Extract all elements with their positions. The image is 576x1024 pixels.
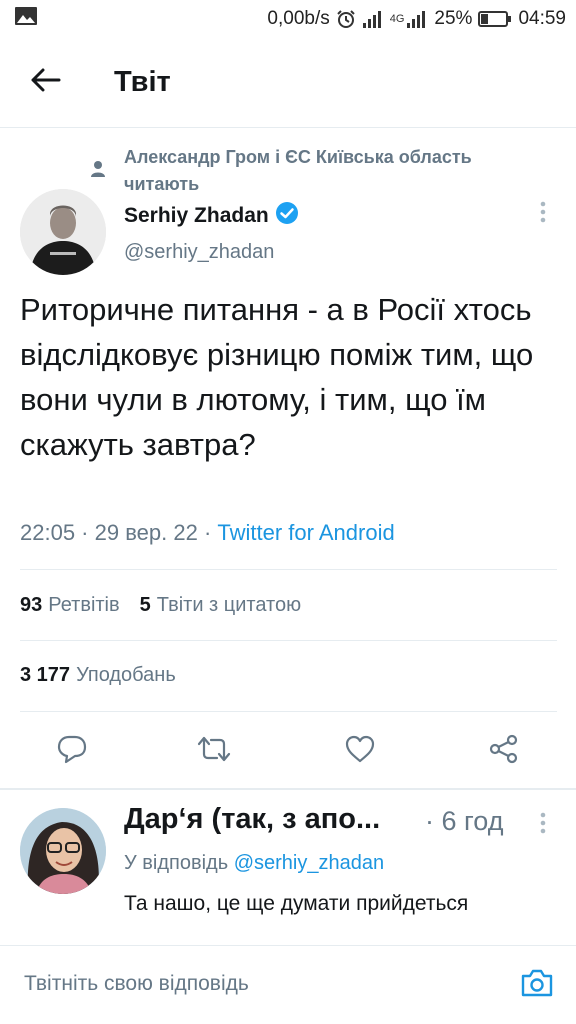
social-context-text: Александр Гром і ЄС Київська область чит… (124, 147, 472, 194)
section-divider (0, 788, 576, 790)
signal-icon-2 (406, 9, 428, 29)
retweet-icon (196, 734, 232, 769)
network-type: 4G (389, 13, 405, 25)
tweet-actions (0, 725, 576, 775)
stats-row: 93 Ретвітів 5 Твіти з цитатою (20, 594, 301, 617)
tweet-date: 29 вер. 22 (94, 520, 198, 545)
reply-to-mention[interactable]: @serhiy_zhadan (234, 852, 384, 874)
author-name-text: Serhiy Zhadan (124, 204, 269, 227)
retweet-button[interactable] (196, 733, 232, 769)
divider (20, 640, 557, 641)
tweet-more-button[interactable] (533, 199, 553, 229)
network-speed: 0,00b/s (267, 8, 330, 29)
app-header: Твіт (0, 38, 576, 128)
more-vertical-icon (540, 812, 546, 839)
author-name[interactable]: Serhiy Zhadan (124, 201, 299, 231)
reply-more-button[interactable] (533, 810, 553, 840)
meta-separator: · (75, 520, 95, 545)
like-button[interactable] (342, 733, 378, 769)
tweet-timestamp: 22:05 · 29 вер. 22 · Twitter for Android (20, 520, 395, 546)
camera-button[interactable] (518, 966, 556, 1004)
signal-icon (362, 9, 384, 29)
person-icon (90, 144, 106, 198)
image-icon (14, 6, 38, 32)
reply-time: · 6 год (425, 806, 504, 836)
reply-icon (56, 734, 88, 769)
camera-icon (520, 968, 554, 1003)
divider (20, 711, 557, 712)
reply-to-line: У відповідь @serhiy_zhadan (124, 852, 384, 875)
tweet-text: Риторичне питання - а в Росії хтось відс… (20, 292, 534, 462)
retweets-label: Ретвітів (48, 594, 120, 616)
meta-separator-2: · (197, 520, 218, 545)
author-handle[interactable]: @serhiy_zhadan (124, 241, 274, 264)
battery-percent: 25% (434, 8, 473, 29)
retweets-stat[interactable]: 93 Ретвітів (20, 594, 120, 617)
likes-count: 3 177 (20, 664, 71, 686)
reply-text: Та нашо, це ще думати прийдеться (124, 892, 469, 915)
arrow-left-icon (31, 68, 61, 97)
share-icon (488, 734, 520, 769)
tweet-time: 22:05 (20, 520, 76, 545)
page-title: Твіт (114, 66, 171, 98)
reply-compose-bar[interactable]: Твітніть свою відповідь (0, 945, 576, 1024)
reply-input[interactable]: Твітніть свою відповідь (24, 972, 249, 996)
status-bar: 0,00b/s 4G 25% 04:59 (0, 0, 576, 38)
reply-to-prefix: У відповідь (124, 852, 229, 874)
retweets-count: 93 (20, 594, 43, 616)
verified-badge-icon (275, 201, 299, 231)
reply-author-avatar[interactable] (20, 808, 106, 894)
like-icon (344, 734, 376, 769)
author-avatar[interactable] (20, 189, 106, 275)
quotes-count: 5 (139, 594, 151, 616)
more-vertical-icon (540, 201, 546, 228)
alarm-icon (336, 9, 356, 29)
likes-stat[interactable]: 3 177 Уподобань (20, 664, 176, 687)
social-context[interactable]: Александр Гром і ЄС Київська область чит… (90, 144, 530, 198)
share-button[interactable] (486, 733, 522, 769)
reply-button[interactable] (54, 733, 90, 769)
quotes-label: Твіти з цитатою (156, 594, 302, 616)
clock: 04:59 (518, 8, 566, 29)
likes-label: Уподобань (76, 664, 176, 686)
divider (20, 569, 557, 570)
tweet-source-link[interactable]: Twitter for Android (217, 520, 394, 545)
battery-icon (478, 9, 512, 29)
quotes-stat[interactable]: 5 Твіти з цитатою (140, 594, 301, 617)
likes-row: 3 177 Уподобань (20, 664, 176, 687)
back-button[interactable] (16, 53, 76, 113)
reply-author-name[interactable]: Дар‘я (так, з апо... (124, 803, 380, 836)
